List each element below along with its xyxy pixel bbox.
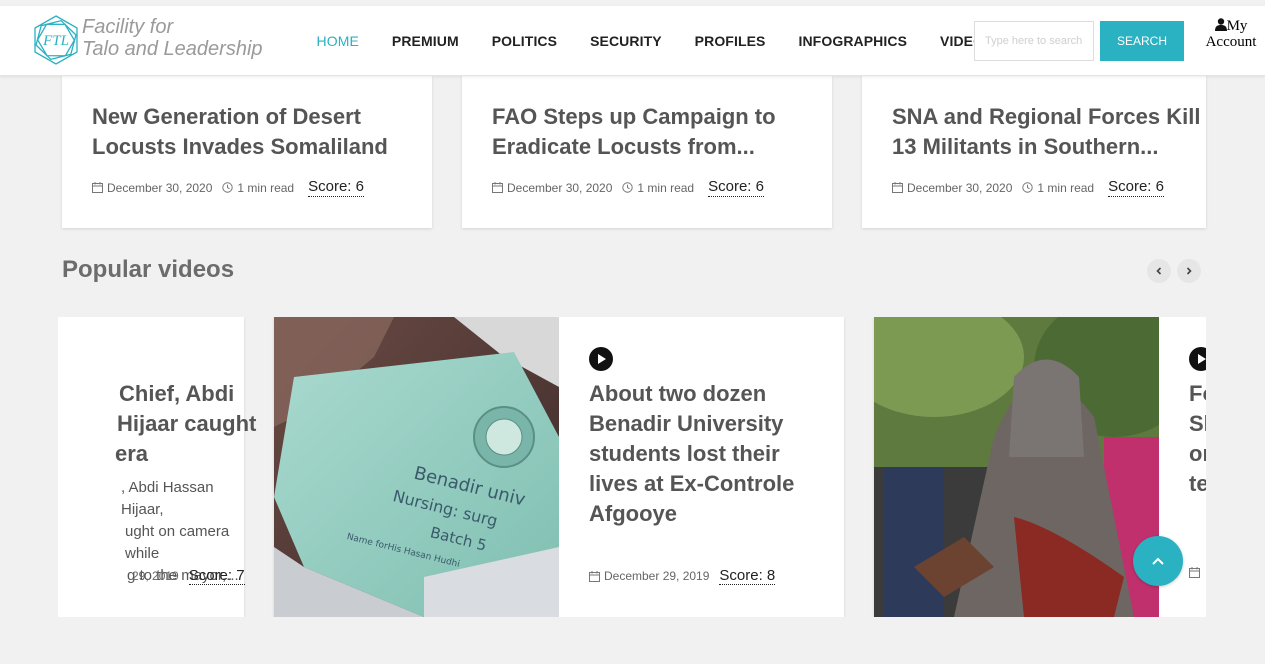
news-card-date: December 30, 2020	[107, 180, 213, 195]
video-thumbnail-image: Benadir univ Nursing: surg Batch 5 Name …	[274, 317, 559, 617]
clock-icon	[1022, 182, 1034, 193]
news-card-meta: December 30, 2020 1 min read Score: 6	[492, 178, 764, 197]
logo-text: Facility for Talo and Leadership	[82, 16, 263, 60]
news-card-date: December 30, 2020	[907, 180, 1013, 195]
account-label-2: Account	[1205, 34, 1257, 50]
search-button[interactable]: SEARCH	[1100, 21, 1184, 61]
calendar-icon	[589, 570, 600, 582]
video-card-meta	[1189, 567, 1200, 578]
news-card-title[interactable]: SNA and Regional Forces Kill 13 Militant…	[892, 102, 1212, 162]
logo-line-2: Talo and Leadership	[82, 38, 263, 60]
news-card-read-time: 1 min read	[237, 180, 295, 195]
search-input[interactable]	[974, 21, 1094, 61]
play-icon[interactable]	[589, 347, 613, 371]
my-account-link[interactable]: My Account	[1200, 17, 1262, 50]
carousel-prev-button[interactable]	[1147, 259, 1171, 283]
logo-line-1: Facility for	[82, 16, 174, 38]
video-thumbnail[interactable]	[874, 317, 1159, 617]
nav-infographics[interactable]: INFOGRAPHICS	[798, 33, 907, 49]
video-title-line: te	[1189, 471, 1206, 496]
video-card-title[interactable]: About two dozen Benadir University stude…	[589, 379, 829, 529]
video-card-score[interactable]: Score: 7	[188, 567, 245, 585]
calendar-icon	[92, 182, 103, 193]
video-title-line: era	[115, 441, 149, 466]
logo-mark-text: FTL	[42, 33, 69, 49]
nav-home[interactable]: HOME	[317, 33, 359, 49]
news-card-read-time: 1 min read	[637, 180, 695, 195]
news-card-score[interactable]: Score: 6	[308, 178, 364, 197]
scroll-to-top-button[interactable]	[1133, 536, 1183, 586]
video-card-meta: 29, 2019 Score: 7	[58, 567, 245, 585]
logo-mark-icon: FTL	[34, 15, 78, 65]
nav-politics[interactable]: POLITICS	[492, 33, 557, 49]
calendar-icon	[492, 182, 503, 193]
video-card-date: December 29, 2019	[604, 569, 710, 583]
video-card[interactable]: Benadir univ Nursing: surg Batch 5 Name …	[274, 317, 844, 617]
video-card-score[interactable]: Score: 8	[719, 567, 776, 585]
video-title-line: on	[1189, 441, 1206, 466]
video-thumbnail-image	[874, 317, 1159, 617]
chevron-up-icon	[1152, 557, 1164, 565]
nav-profiles[interactable]: PROFILES	[695, 33, 766, 49]
video-card-date: 29, 2019	[132, 569, 179, 583]
site-header: FTL Facility for Talo and Leadership HOM…	[0, 6, 1265, 76]
video-card-title[interactable]: Chief, Abdi Hijaar caught era	[58, 379, 259, 469]
site-logo[interactable]: FTL Facility for Talo and Leadership	[30, 14, 263, 70]
news-card-date: December 30, 2020	[507, 180, 613, 195]
video-title-line: Fo	[1189, 381, 1206, 406]
excerpt-line: , Abdi Hassan Hijaar,	[121, 479, 214, 518]
chevron-right-icon	[1186, 267, 1192, 275]
calendar-icon	[892, 182, 903, 193]
video-title-line: Hijaar caught	[117, 411, 257, 436]
news-card[interactable]: New Generation of Desert Locusts Invades…	[62, 76, 432, 228]
news-card-score[interactable]: Score: 6	[708, 178, 764, 197]
excerpt-line: ught on camera while	[125, 523, 230, 562]
nav-premium[interactable]: PREMIUM	[392, 33, 459, 49]
popular-videos-title: Popular videos	[62, 256, 235, 283]
clock-icon	[222, 182, 234, 193]
video-card-body: Chief, Abdi Hijaar caught era , Abdi Has…	[58, 317, 256, 617]
video-card[interactable]: Chief, Abdi Hijaar caught era , Abdi Has…	[58, 317, 256, 617]
video-card-body: About two dozen Benadir University stude…	[559, 317, 844, 617]
videos-carousel: Chief, Abdi Hijaar caught era , Abdi Has…	[58, 317, 1206, 617]
news-cards-row: New Generation of Desert Locusts Invades…	[0, 76, 1265, 228]
video-card-meta: December 29, 2019 Score: 8	[589, 567, 776, 585]
news-card-meta: December 30, 2020 1 min read Score: 6	[92, 178, 364, 197]
carousel-next-button[interactable]	[1177, 259, 1201, 283]
news-card-title[interactable]: FAO Steps up Campaign to Eradicate Locus…	[492, 102, 812, 162]
calendar-icon	[1189, 567, 1200, 578]
clock-icon	[622, 182, 634, 193]
news-card-score[interactable]: Score: 6	[1108, 178, 1164, 197]
video-thumbnail[interactable]: Benadir univ Nursing: surg Batch 5 Name …	[274, 317, 559, 617]
play-icon[interactable]	[1189, 347, 1206, 371]
news-card-title[interactable]: New Generation of Desert Locusts Invades…	[92, 102, 412, 162]
video-card-title[interactable]: Fo Sh on te	[1189, 379, 1206, 499]
user-icon	[1214, 18, 1227, 31]
chevron-left-icon	[1156, 267, 1162, 275]
main-nav: HOME PREMIUM POLITICS SECURITY PROFILES …	[300, 6, 1010, 76]
news-card[interactable]: FAO Steps up Campaign to Eradicate Locus…	[462, 76, 832, 228]
news-card-meta: December 30, 2020 1 min read Score: 6	[892, 178, 1164, 197]
video-title-line: Sh	[1189, 411, 1206, 436]
account-label-1: My	[1226, 18, 1248, 34]
news-card-read-time: 1 min read	[1037, 180, 1095, 195]
nav-security[interactable]: SECURITY	[590, 33, 662, 49]
news-card[interactable]: SNA and Regional Forces Kill 13 Militant…	[862, 76, 1206, 228]
video-title-line: Chief, Abdi	[119, 381, 235, 406]
